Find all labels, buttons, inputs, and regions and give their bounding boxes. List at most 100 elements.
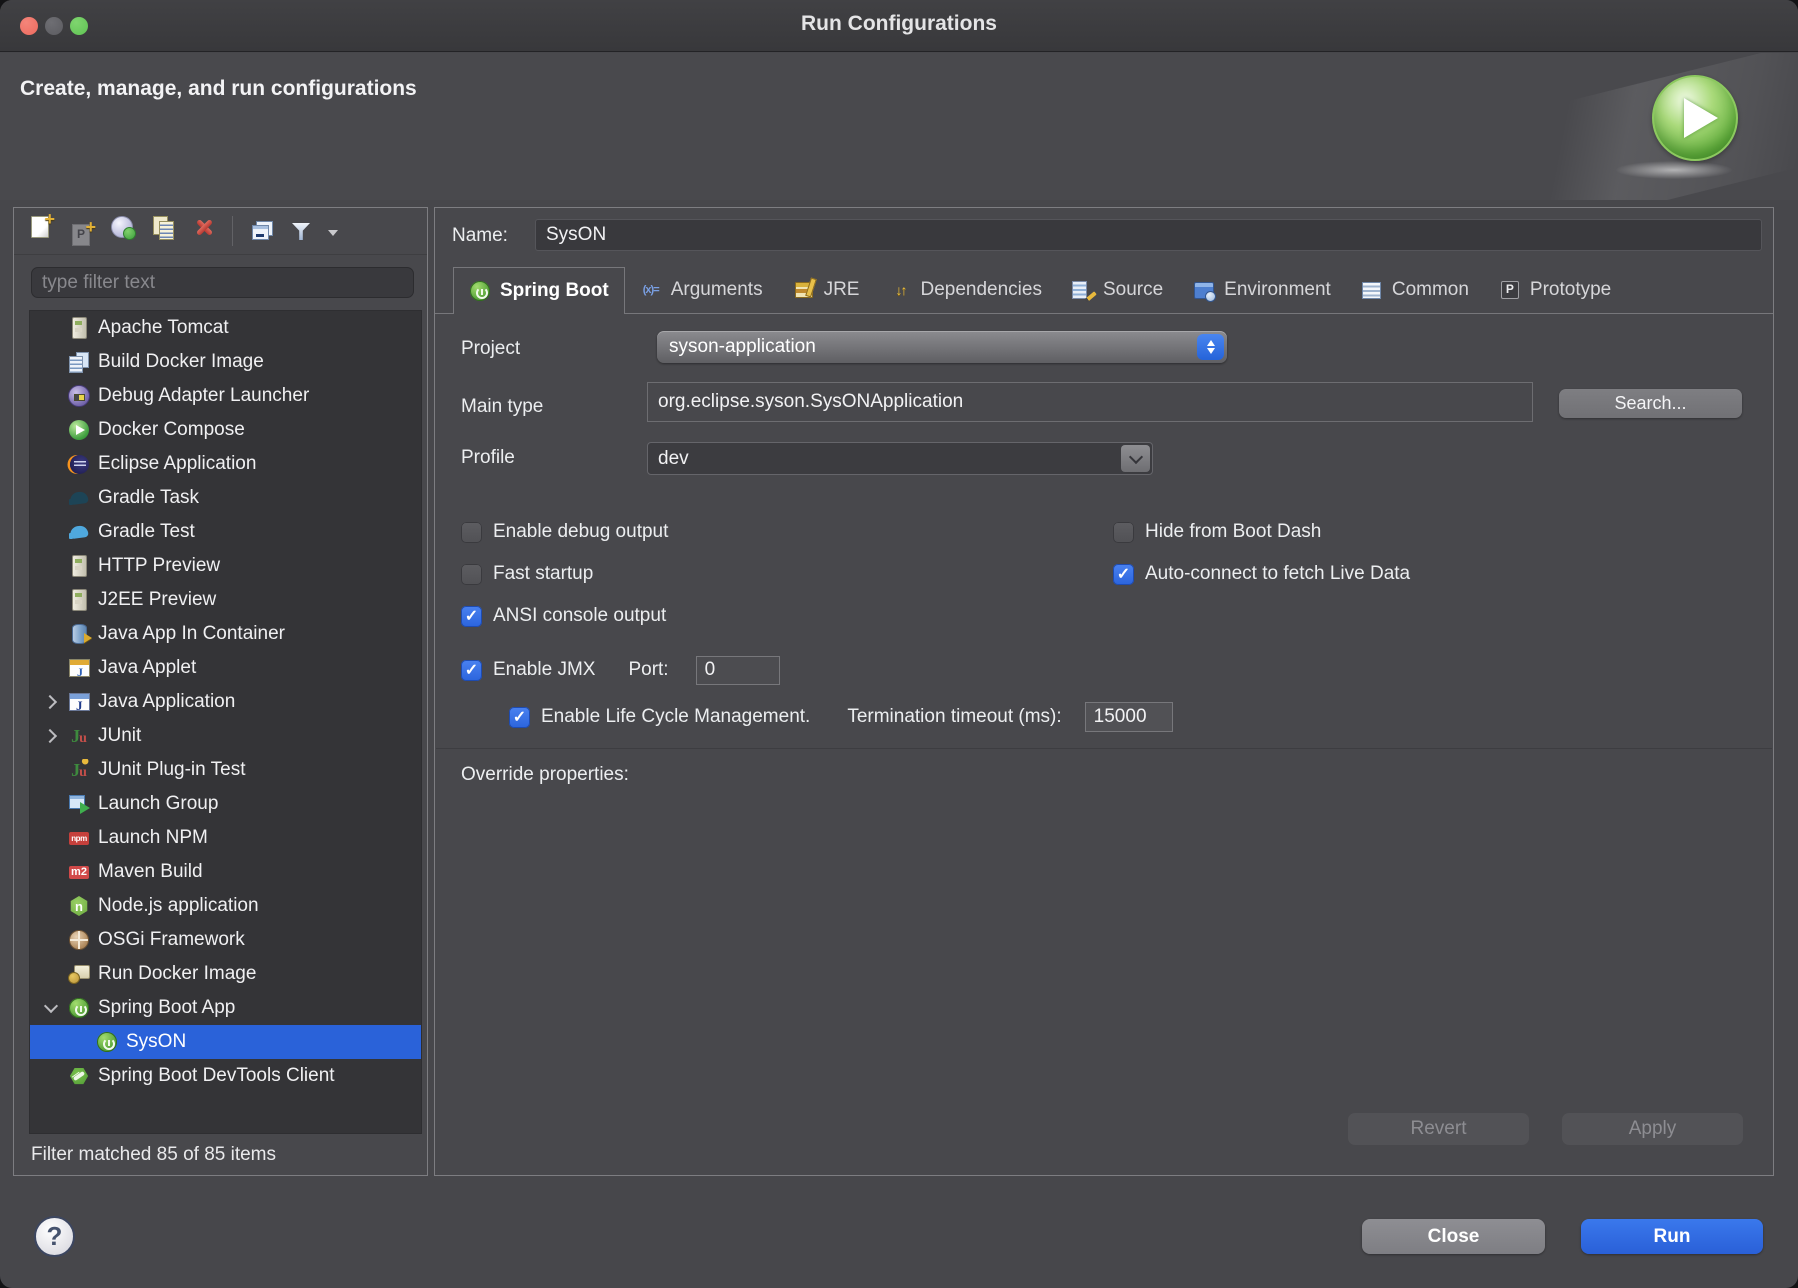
run-button[interactable]: Run	[1581, 1219, 1763, 1254]
expander-icon[interactable]	[34, 311, 68, 345]
filter-icon	[290, 221, 312, 243]
expander-icon[interactable]	[34, 1025, 96, 1059]
tree-item[interactable]: Java Application	[30, 685, 421, 719]
lifecycle-checkbox[interactable]	[509, 707, 530, 728]
tree-item[interactable]: JUnit Plug-in Test	[30, 753, 421, 787]
tree-item[interactable]: SysON	[30, 1025, 421, 1059]
expander-icon[interactable]	[34, 719, 68, 753]
expander-icon[interactable]	[34, 549, 68, 583]
new-configuration-icon	[29, 216, 51, 238]
combo-dropdown-icon[interactable]	[1121, 445, 1150, 472]
expander-icon[interactable]	[34, 685, 68, 719]
expander-icon[interactable]	[34, 821, 68, 855]
new-prototype-button[interactable]	[65, 218, 97, 252]
java-app-in-container-icon	[68, 623, 90, 645]
tab-jre[interactable]: JRE	[778, 267, 875, 313]
expander-icon[interactable]	[34, 1059, 68, 1093]
help-button[interactable]: ?	[34, 1216, 75, 1257]
apply-button[interactable]: Apply	[1562, 1113, 1743, 1145]
filter-input[interactable]	[31, 267, 414, 298]
checkbox[interactable]	[461, 522, 482, 543]
expander-icon[interactable]	[34, 753, 68, 787]
search-button[interactable]: Search...	[1559, 389, 1742, 418]
checkbox-row[interactable]: Auto-connect to fetch Live Data	[1113, 561, 1410, 587]
tree-item-label: Spring Boot App	[98, 997, 235, 1019]
checkbox-label: Fast startup	[493, 563, 593, 585]
profile-combo[interactable]: dev	[647, 442, 1153, 475]
port-input[interactable]	[696, 656, 780, 685]
termination-timeout-input[interactable]	[1085, 702, 1173, 732]
tab-common[interactable]: Common	[1346, 267, 1484, 313]
expander-icon[interactable]	[34, 583, 68, 617]
checkbox-row[interactable]: Hide from Boot Dash	[1113, 519, 1410, 545]
tree-item[interactable]: Apache Tomcat	[30, 311, 421, 345]
tab-source[interactable]: Source	[1057, 267, 1178, 313]
tree-item[interactable]: JUnit	[30, 719, 421, 753]
tree-item[interactable]: Eclipse Application	[30, 447, 421, 481]
expander-icon[interactable]	[34, 413, 68, 447]
tree-item[interactable]: HTTP Preview	[30, 549, 421, 583]
configuration-type-tree[interactable]: Apache Tomcat Build Docker Image Debug A…	[29, 310, 422, 1134]
tree-item[interactable]: Debug Adapter Launcher	[30, 379, 421, 413]
revert-button[interactable]: Revert	[1348, 1113, 1529, 1145]
tab-dependencies[interactable]: Dependencies	[874, 267, 1056, 313]
expander-icon[interactable]	[34, 651, 68, 685]
checkbox[interactable]	[461, 606, 482, 627]
tree-item[interactable]: Spring Boot DevTools Client	[30, 1059, 421, 1093]
tree-item[interactable]: Launch Group	[30, 787, 421, 821]
filter-menu-caret-icon[interactable]	[328, 230, 338, 241]
close-button[interactable]: Close	[1362, 1219, 1545, 1254]
tree-item[interactable]: Run Docker Image	[30, 957, 421, 991]
debug-adapter-launcher-icon	[68, 385, 90, 407]
tab-environment[interactable]: Environment	[1178, 267, 1346, 313]
tree-item[interactable]: Maven Build	[30, 855, 421, 889]
enable-jmx-checkbox[interactable]	[461, 660, 482, 681]
tree-item[interactable]: J2EE Preview	[30, 583, 421, 617]
gradle-task-icon	[68, 487, 90, 509]
delete-button[interactable]	[188, 210, 220, 244]
expander-icon[interactable]	[34, 855, 68, 889]
project-select[interactable]: syson-application	[657, 331, 1227, 363]
tree-item-label: JUnit Plug-in Test	[98, 759, 246, 781]
expander-icon[interactable]	[34, 481, 68, 515]
expander-icon[interactable]	[34, 379, 68, 413]
expander-icon[interactable]	[34, 345, 68, 379]
checkbox-row[interactable]: Enable debug output	[461, 519, 668, 545]
tree-item[interactable]: Docker Compose	[30, 413, 421, 447]
expander-icon[interactable]	[34, 957, 68, 991]
checkbox[interactable]	[461, 564, 482, 585]
tree-item[interactable]: Launch NPM	[30, 821, 421, 855]
tree-item[interactable]: Node.js application	[30, 889, 421, 923]
tab-spring-boot[interactable]: Spring Boot	[453, 267, 625, 314]
export-configuration-button[interactable]	[106, 210, 138, 244]
expander-icon[interactable]	[34, 617, 68, 651]
lifecycle-row: Enable Life Cycle Management. Terminatio…	[509, 702, 1173, 732]
name-input[interactable]	[535, 219, 1762, 251]
expander-icon[interactable]	[34, 991, 68, 1025]
checkbox-row[interactable]: Fast startup	[461, 561, 668, 587]
tree-item[interactable]: Java App In Container	[30, 617, 421, 651]
expander-icon[interactable]	[34, 447, 68, 481]
tab-prototype[interactable]: Prototype	[1484, 267, 1626, 313]
tree-item[interactable]: Gradle Test	[30, 515, 421, 549]
tree-item-label: Launch NPM	[98, 827, 208, 849]
tree-item[interactable]: Spring Boot App	[30, 991, 421, 1025]
tree-item[interactable]: OSGi Framework	[30, 923, 421, 957]
tree-item[interactable]: Gradle Task	[30, 481, 421, 515]
tree-item[interactable]: Java Applet	[30, 651, 421, 685]
tree-item[interactable]: Build Docker Image	[30, 345, 421, 379]
expander-icon[interactable]	[34, 889, 68, 923]
collapse-all-button[interactable]	[244, 214, 276, 248]
main-type-input[interactable]	[647, 382, 1533, 422]
checkbox-row[interactable]: ANSI console output	[461, 603, 668, 629]
project-label: Project	[461, 338, 520, 360]
expander-icon[interactable]	[34, 515, 68, 549]
checkbox[interactable]	[1113, 522, 1134, 543]
tab-arguments[interactable]: Arguments	[625, 267, 778, 313]
new-configuration-button[interactable]	[24, 210, 56, 244]
filter-button[interactable]	[285, 215, 317, 249]
expander-icon[interactable]	[34, 787, 68, 821]
checkbox[interactable]	[1113, 564, 1134, 585]
duplicate-button[interactable]	[147, 210, 179, 244]
expander-icon[interactable]	[34, 923, 68, 957]
